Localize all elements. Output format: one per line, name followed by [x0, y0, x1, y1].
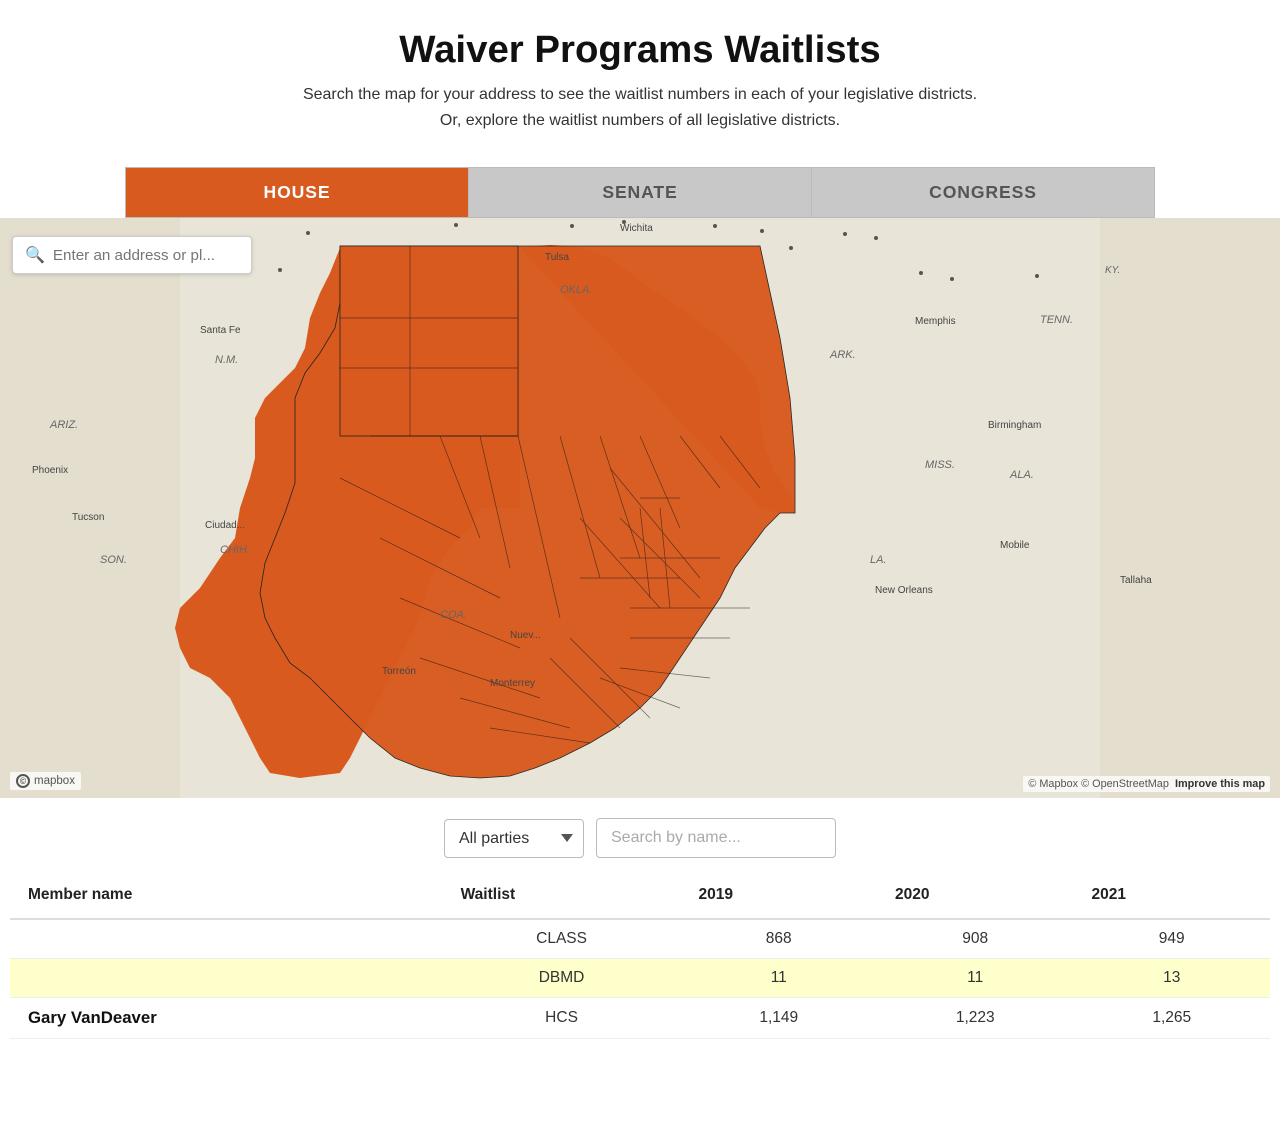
cell-waitlist: DBMD	[443, 959, 681, 998]
svg-text:Tucson: Tucson	[72, 512, 104, 523]
svg-text:ARK.: ARK.	[829, 349, 856, 361]
map-container[interactable]: ARIZ. N.M. SON. CHIH. COA. OKLA. ARK. MI…	[0, 218, 1280, 798]
name-search-input[interactable]	[596, 818, 836, 858]
svg-text:Ciudad...: Ciudad...	[205, 520, 245, 531]
map-svg: ARIZ. N.M. SON. CHIH. COA. OKLA. ARK. MI…	[0, 218, 1280, 798]
page-title: Waiver Programs Waitlists	[20, 28, 1260, 72]
cell-2020: 908	[877, 919, 1073, 959]
cell-2020: 11	[877, 959, 1073, 998]
svg-text:Tulsa: Tulsa	[545, 252, 570, 263]
svg-text:ALA.: ALA.	[1009, 469, 1034, 481]
svg-text:Mobile: Mobile	[1000, 540, 1030, 551]
subtitle-1: Search the map for your address to see t…	[20, 82, 1260, 108]
cell-2021: 949	[1073, 919, 1270, 959]
search-icon: 🔍	[25, 245, 45, 265]
col-header-2019: 2019	[681, 872, 877, 919]
svg-text:LA.: LA.	[870, 554, 887, 566]
cell-2021: 13	[1073, 959, 1270, 998]
col-header-2020: 2020	[877, 872, 1073, 919]
mapbox-logo-circle: ©	[16, 774, 30, 788]
cell-2021: 1,265	[1073, 998, 1270, 1039]
mapbox-logo: © mapbox	[10, 772, 81, 790]
district-tabs: HOUSE SENATE CONGRESS	[125, 167, 1155, 218]
svg-text:Tallaha: Tallaha	[1120, 575, 1152, 586]
svg-text:COA.: COA.	[440, 609, 467, 621]
cell-member	[10, 919, 443, 959]
svg-text:Santa Fe: Santa Fe	[200, 325, 241, 336]
cell-member: Gary VanDeaver	[10, 998, 443, 1039]
cell-2019: 11	[681, 959, 877, 998]
address-search-input[interactable]	[53, 247, 239, 264]
svg-text:Memphis: Memphis	[915, 316, 956, 327]
svg-text:SON.: SON.	[100, 554, 127, 566]
svg-text:Phoenix: Phoenix	[32, 465, 68, 476]
tab-senate[interactable]: SENATE	[469, 168, 812, 217]
waitlist-table-wrapper: Member name Waitlist 2019 2020 2021 CLAS…	[0, 872, 1280, 1079]
address-search-box[interactable]: 🔍	[12, 236, 252, 274]
svg-text:Torreón: Torreón	[382, 666, 416, 677]
table-row: CLASS868908949	[10, 919, 1270, 959]
tab-congress[interactable]: CONGRESS	[812, 168, 1154, 217]
svg-text:TENN.: TENN.	[1040, 314, 1073, 326]
table-row: DBMD111113	[10, 959, 1270, 998]
filter-controls: All parties Democrat Republican Independ…	[0, 798, 1280, 872]
svg-text:ARIZ.: ARIZ.	[49, 419, 78, 431]
svg-text:OKLA.: OKLA.	[560, 284, 592, 296]
subtitle-2: Or, explore the waitlist numbers of all …	[20, 108, 1260, 134]
svg-text:Monterrey: Monterrey	[490, 678, 535, 689]
table-header-row: Member name Waitlist 2019 2020 2021	[10, 872, 1270, 919]
cell-2020: 1,223	[877, 998, 1073, 1039]
table-row: Gary VanDeaverHCS1,1491,2231,265	[10, 998, 1270, 1039]
svg-text:CHIH.: CHIH.	[220, 544, 250, 556]
col-header-2021: 2021	[1073, 872, 1270, 919]
map-attribution: © Mapbox © OpenStreetMap Improve this ma…	[1023, 776, 1270, 792]
svg-text:Birmingham: Birmingham	[988, 420, 1041, 431]
svg-text:Wichita: Wichita	[620, 223, 653, 234]
cell-waitlist: CLASS	[443, 919, 681, 959]
party-filter-select[interactable]: All parties Democrat Republican Independ…	[444, 819, 584, 858]
cell-member	[10, 959, 443, 998]
col-header-member: Member name	[10, 872, 443, 919]
cell-waitlist: HCS	[443, 998, 681, 1039]
svg-text:Nuev...: Nuev...	[510, 630, 541, 641]
mapbox-label: mapbox	[34, 775, 75, 787]
page-wrapper: Waiver Programs Waitlists Search the map…	[0, 0, 1280, 1079]
tab-house[interactable]: HOUSE	[126, 168, 469, 217]
cell-2019: 868	[681, 919, 877, 959]
improve-map-link[interactable]: Improve this map	[1175, 778, 1265, 790]
svg-text:KY.: KY.	[1105, 265, 1120, 276]
col-header-waitlist: Waitlist	[443, 872, 681, 919]
table-body: CLASS868908949DBMD111113Gary VanDeaverHC…	[10, 919, 1270, 1039]
page-header: Waiver Programs Waitlists Search the map…	[0, 0, 1280, 149]
svg-text:N.M.: N.M.	[215, 354, 238, 366]
waitlist-table: Member name Waitlist 2019 2020 2021 CLAS…	[10, 872, 1270, 1039]
cell-2019: 1,149	[681, 998, 877, 1039]
svg-text:New Orleans: New Orleans	[875, 585, 933, 596]
svg-text:MISS.: MISS.	[925, 459, 955, 471]
